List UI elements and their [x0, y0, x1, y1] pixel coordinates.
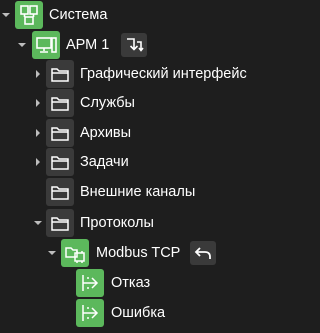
folder-icon	[46, 119, 74, 147]
modbus-icon	[61, 239, 89, 267]
tree-node-system[interactable]: Система	[0, 0, 281, 30]
folder-icon	[46, 209, 74, 237]
export-icon	[76, 299, 104, 327]
tree-node-channel[interactable]: Ошибка	[0, 298, 281, 328]
tree-node-channel[interactable]: Отказ	[0, 268, 281, 298]
workstation-icon	[32, 31, 60, 59]
tree-node-folder[interactable]: Графический интерфейс	[0, 59, 281, 89]
export-icon	[76, 269, 104, 297]
chevron-right-icon[interactable]	[32, 97, 44, 109]
folder-icon	[46, 60, 74, 88]
tree-node-label: Протоколы	[80, 215, 154, 231]
tree-node-folder[interactable]: Архивы	[0, 118, 281, 148]
chevron-down-icon[interactable]	[16, 39, 28, 51]
tree-node-arm[interactable]: АРМ 1	[0, 30, 281, 60]
tree-node-folder[interactable]: Службы	[0, 88, 281, 118]
chevron-right-icon[interactable]	[32, 68, 44, 80]
chevron-down-icon[interactable]	[46, 247, 58, 259]
tree-node-label: Ошибка	[111, 305, 166, 321]
tree-node-label: Внешние каналы	[80, 184, 196, 200]
tree-node-label: АРМ 1	[66, 37, 110, 53]
tree-node-label: Графический интерфейс	[80, 66, 247, 82]
tree-node-protocol[interactable]: Modbus TCP	[0, 238, 281, 268]
distribute-icon[interactable]	[121, 33, 147, 57]
tree-node-label: Система	[49, 7, 108, 23]
undo-icon[interactable]	[190, 241, 216, 265]
tree-node-label: Архивы	[80, 125, 132, 141]
tree-node-label: Задачи	[80, 154, 129, 170]
tree-node-label: Modbus TCP	[96, 245, 181, 261]
chevron-right-icon[interactable]	[32, 127, 44, 139]
tree-node-folder[interactable]: Внешние каналы	[0, 177, 281, 207]
tree-node-folder[interactable]: Протоколы	[0, 208, 281, 238]
chevron-down-icon[interactable]	[0, 9, 12, 21]
network-icon	[15, 1, 43, 29]
folder-icon	[46, 89, 74, 117]
system-tree: Система АРМ 1 Графический интерфейс Служ…	[0, 0, 281, 333]
chevron-down-icon[interactable]	[32, 217, 44, 229]
folder-icon	[46, 178, 74, 206]
chevron-right-icon[interactable]	[32, 156, 44, 168]
folder-icon	[46, 148, 74, 176]
tree-node-label: Отказ	[111, 275, 151, 291]
tree-node-folder[interactable]: Задачи	[0, 147, 281, 177]
tree-node-label: Службы	[80, 95, 135, 111]
